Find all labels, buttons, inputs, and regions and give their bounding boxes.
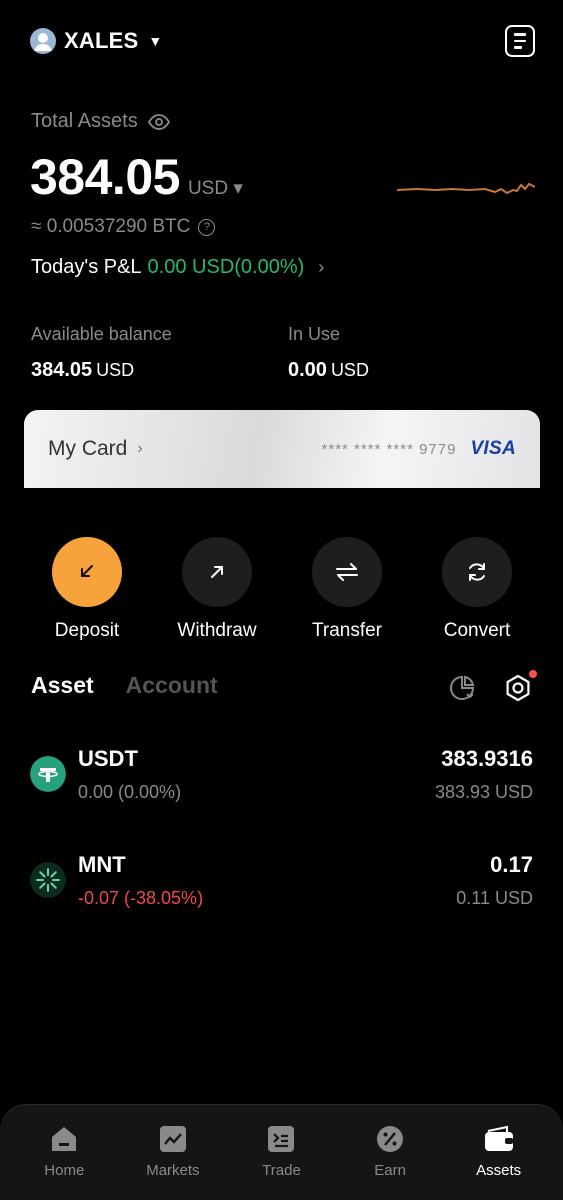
bottom-nav: Home Markets Trade Earn Assets (0, 1104, 563, 1200)
chevron-right-icon: › (137, 440, 143, 457)
home-icon (52, 1127, 77, 1151)
nav-home[interactable]: Home (14, 1105, 114, 1200)
nav-trade[interactable]: Trade (231, 1105, 331, 1200)
available-balance-label: Available balance (31, 324, 172, 344)
nav-markets-label: Markets (146, 1162, 200, 1179)
asset-usd-value: 0.11 USD (456, 888, 533, 908)
chevron-right-icon: › (318, 257, 325, 277)
pie-chart-icon[interactable] (447, 673, 477, 703)
currency-selector[interactable]: USD ▾ (188, 177, 243, 200)
arrow-down-left-icon (52, 537, 122, 607)
nav-earn-label: Earn (374, 1162, 406, 1179)
account-switcher[interactable]: XALES ▼ (30, 28, 162, 54)
asset-pnl: 0.00 (0.00%) (78, 782, 182, 802)
nav-assets[interactable]: Assets (449, 1105, 549, 1200)
tab-account[interactable]: Account (126, 672, 218, 699)
nav-assets-label: Assets (476, 1162, 522, 1179)
asset-symbol: MNT (78, 852, 126, 877)
quick-actions: Deposit Withdraw Transfer Convert (22, 537, 542, 642)
asset-usd-value: 383.93 USD (434, 782, 533, 802)
percent-icon (377, 1126, 404, 1152)
swap-icon (312, 537, 382, 607)
nav-home-label: Home (44, 1162, 85, 1179)
my-card-banner[interactable]: My Card › **** **** **** 9779 VISA (24, 410, 540, 488)
account-name: XALES (64, 28, 139, 53)
nav-earn[interactable]: Earn (340, 1105, 440, 1200)
deposit-button[interactable]: Deposit (22, 537, 152, 642)
transfer-label: Transfer (311, 620, 383, 641)
in-use-value: 0.00 USD (288, 359, 369, 381)
tab-asset[interactable]: Asset (31, 672, 94, 699)
tab-tools (447, 670, 537, 703)
top-bar: XALES ▼ (30, 24, 535, 58)
refresh-icon (442, 537, 512, 607)
trade-icon (268, 1126, 295, 1152)
caret-down-icon: ▼ (148, 33, 163, 49)
convert-label: Convert (443, 620, 511, 641)
nav-trade-label: Trade (262, 1162, 301, 1179)
arrow-up-right-icon (182, 537, 252, 607)
transfer-button[interactable]: Transfer (282, 537, 412, 642)
help-icon[interactable]: ? (198, 218, 216, 236)
btc-equivalent-row: ≈ 0.00537290 BTC ? (31, 216, 216, 238)
card-number: **** **** **** 9779 (321, 440, 457, 458)
withdraw-button[interactable]: Withdraw (152, 537, 282, 642)
total-assets-value: 384.05 USD ▾ (30, 148, 243, 206)
visa-logo: VISA (470, 438, 516, 459)
btc-equivalent: ≈ 0.00537290 BTC (31, 216, 191, 237)
wallet-icon (484, 1125, 513, 1151)
asset-trend-sparkline (397, 182, 535, 195)
pnl-label: Today's P&L (31, 256, 142, 278)
deposit-label: Deposit (54, 620, 120, 641)
user-avatar (30, 28, 56, 54)
asset-amount: 383.9316 (441, 746, 533, 771)
asset-amount: 0.17 (490, 852, 533, 877)
total-assets-label: Total Assets (31, 110, 138, 132)
todays-pnl[interactable]: Today's P&L 0.00 USD(0.00%) › (31, 256, 324, 279)
asset-symbol: USDT (78, 746, 138, 771)
withdraw-label: Withdraw (177, 620, 257, 641)
nav-markets[interactable]: Markets (123, 1105, 223, 1200)
in-use-label: In Use (288, 324, 341, 344)
eye-icon[interactable] (147, 113, 170, 130)
settings-icon[interactable] (503, 670, 537, 703)
asset-row-usdt[interactable]: USDT 0.00 (0.00%) 383.9316 383.93 USD (30, 746, 533, 806)
convert-button[interactable]: Convert (412, 537, 542, 642)
available-balance-value: 384.05 USD (31, 359, 135, 381)
my-card-title: My Card (48, 437, 128, 460)
asset-tabs: Asset Account (31, 672, 218, 699)
in-use-balance: In Use 0.00 USD (288, 324, 369, 382)
available-balance: Available balance 384.05 USD (31, 324, 172, 382)
pnl-value: 0.00 USD(0.00%) (147, 256, 305, 278)
chart-icon (159, 1126, 186, 1152)
notification-dot (529, 670, 537, 678)
total-assets-label-row: Total Assets (31, 110, 170, 133)
asset-row-mnt[interactable]: MNT -0.07 (-38.05%) 0.17 0.11 USD (30, 852, 533, 912)
usdt-icon (30, 756, 66, 792)
document-icon[interactable] (505, 25, 535, 57)
total-value: 384.05 (30, 149, 180, 205)
mnt-icon (30, 862, 66, 898)
asset-pnl: -0.07 (-38.05%) (78, 888, 204, 908)
